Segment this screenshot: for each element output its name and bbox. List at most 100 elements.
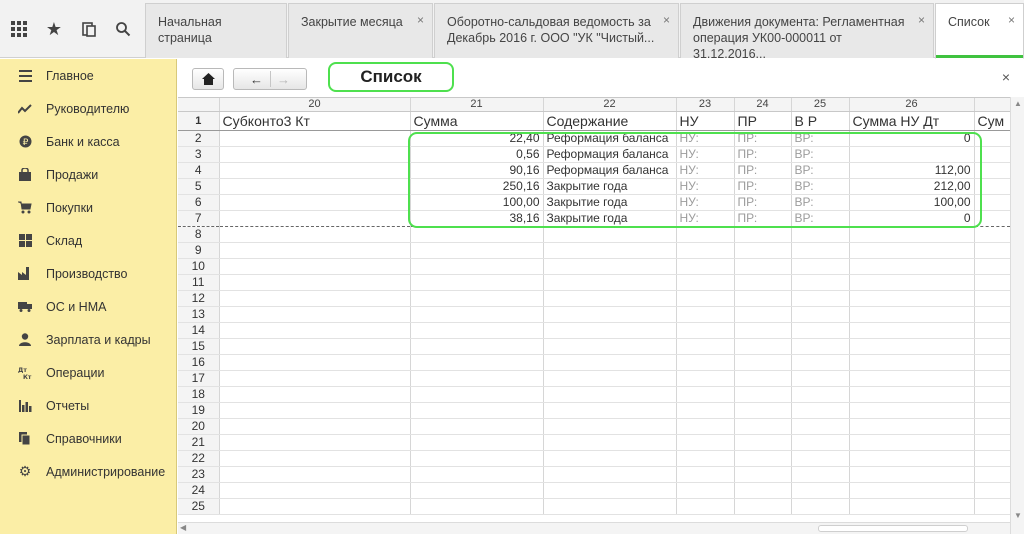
cell-nu[interactable]: НУ: <box>676 194 735 211</box>
empty-cell[interactable] <box>734 274 792 291</box>
sidebar-item-bank[interactable]: ₽ Банк и касса <box>0 125 177 158</box>
empty-cell[interactable] <box>219 370 411 387</box>
empty-cell[interactable] <box>849 338 975 355</box>
empty-cell[interactable] <box>676 290 735 307</box>
cell-content[interactable]: Реформация баланса <box>543 162 677 179</box>
empty-cell[interactable] <box>676 482 735 499</box>
sidebar-item-manager[interactable]: Руководителю <box>0 92 177 125</box>
empty-cell[interactable] <box>676 450 735 467</box>
empty-cell[interactable] <box>219 274 411 291</box>
empty-cell[interactable] <box>849 274 975 291</box>
empty-cell[interactable] <box>791 322 850 339</box>
cell-sum[interactable]: 100,00 <box>410 194 544 211</box>
empty-cell[interactable] <box>974 306 1011 323</box>
empty-cell[interactable] <box>676 306 735 323</box>
scrollbar-thumb[interactable] <box>818 525 968 532</box>
cell-sum-nu-dt[interactable]: 0 <box>849 210 975 227</box>
cell-content[interactable]: Закрытие года <box>543 178 677 195</box>
empty-cell[interactable] <box>676 386 735 403</box>
empty-cell[interactable] <box>543 482 677 499</box>
column-header-pr[interactable]: ПР <box>734 111 792 131</box>
empty-cell[interactable] <box>410 482 544 499</box>
empty-cell[interactable] <box>974 290 1011 307</box>
sidebar-item-fixed-assets[interactable]: ОС и НМА <box>0 290 177 323</box>
cell-sum-nu-dt[interactable]: 0 <box>849 130 975 147</box>
empty-cell[interactable] <box>219 418 411 435</box>
empty-cell[interactable] <box>219 258 411 275</box>
empty-cell[interactable] <box>849 306 975 323</box>
empty-cell[interactable] <box>410 226 544 243</box>
empty-cell[interactable] <box>849 242 975 259</box>
row-number[interactable]: 20 <box>178 418 220 435</box>
empty-cell[interactable] <box>791 242 850 259</box>
cell-subkonto3[interactable] <box>219 210 411 227</box>
empty-cell[interactable] <box>410 354 544 371</box>
empty-cell[interactable] <box>543 434 677 451</box>
close-icon[interactable]: × <box>417 12 424 28</box>
empty-cell[interactable] <box>849 370 975 387</box>
empty-cell[interactable] <box>849 450 975 467</box>
tab-document-movements[interactable]: Движения документа: Регламентная операци… <box>680 3 934 58</box>
empty-cell[interactable] <box>734 450 792 467</box>
empty-cell[interactable] <box>734 226 792 243</box>
cell-pr[interactable]: ПР: <box>734 210 792 227</box>
empty-cell[interactable] <box>974 418 1011 435</box>
row-number[interactable]: 6 <box>178 194 220 211</box>
empty-cell[interactable] <box>410 274 544 291</box>
empty-cell[interactable] <box>849 434 975 451</box>
empty-cell[interactable] <box>410 386 544 403</box>
column-number[interactable]: 21 <box>410 98 544 112</box>
empty-cell[interactable] <box>543 498 677 515</box>
row-number[interactable]: 7 <box>178 210 220 227</box>
empty-cell[interactable] <box>219 354 411 371</box>
empty-cell[interactable] <box>734 306 792 323</box>
empty-cell[interactable] <box>676 434 735 451</box>
empty-cell[interactable] <box>791 290 850 307</box>
column-header-sum-nu-dt[interactable]: Сумма НУ Дт <box>849 111 975 131</box>
empty-cell[interactable] <box>676 322 735 339</box>
column-number[interactable]: 22 <box>543 98 677 112</box>
row-number[interactable]: 9 <box>178 242 220 259</box>
empty-cell[interactable] <box>219 450 411 467</box>
column-number[interactable]: 23 <box>676 98 735 112</box>
empty-cell[interactable] <box>676 370 735 387</box>
history-icon[interactable] <box>72 0 106 58</box>
empty-cell[interactable] <box>543 338 677 355</box>
column-number[interactable]: 26 <box>849 98 975 112</box>
cell-pr[interactable]: ПР: <box>734 178 792 195</box>
empty-cell[interactable] <box>543 386 677 403</box>
empty-cell[interactable] <box>410 242 544 259</box>
empty-cell[interactable] <box>676 338 735 355</box>
sidebar-item-main[interactable]: Главное <box>0 59 177 92</box>
sidebar-item-administration[interactable]: ⚙ Администрирование <box>0 455 177 488</box>
empty-cell[interactable] <box>791 418 850 435</box>
cell-content[interactable]: Реформация баланса <box>543 146 677 163</box>
cell-sum-nu-dt[interactable]: 112,00 <box>849 162 975 179</box>
empty-cell[interactable] <box>974 258 1011 275</box>
row-number[interactable]: 23 <box>178 466 220 483</box>
row-number[interactable]: 19 <box>178 402 220 419</box>
tab-home[interactable]: Начальная страница <box>145 3 287 58</box>
cell-sum-nu-dt[interactable] <box>849 146 975 163</box>
cell-sum[interactable]: 0,56 <box>410 146 544 163</box>
empty-cell[interactable] <box>676 402 735 419</box>
star-icon[interactable]: ★ <box>37 0 71 58</box>
empty-cell[interactable] <box>734 418 792 435</box>
empty-cell[interactable] <box>410 450 544 467</box>
cell-nu[interactable]: НУ: <box>676 162 735 179</box>
back-button[interactable]: ← <box>244 69 270 89</box>
empty-cell[interactable] <box>543 354 677 371</box>
empty-cell[interactable] <box>791 386 850 403</box>
empty-cell[interactable] <box>791 274 850 291</box>
sidebar-item-salary[interactable]: Зарплата и кадры <box>0 323 177 356</box>
cell-sum[interactable]: 38,16 <box>410 210 544 227</box>
row-number[interactable]: 25 <box>178 498 220 515</box>
row-number[interactable]: 24 <box>178 482 220 499</box>
empty-cell[interactable] <box>219 242 411 259</box>
empty-cell[interactable] <box>543 322 677 339</box>
row-number[interactable]: 14 <box>178 322 220 339</box>
cell-vr[interactable]: ВР: <box>791 178 850 195</box>
empty-cell[interactable] <box>734 338 792 355</box>
empty-cell[interactable] <box>849 226 975 243</box>
column-number[interactable] <box>974 98 1011 112</box>
